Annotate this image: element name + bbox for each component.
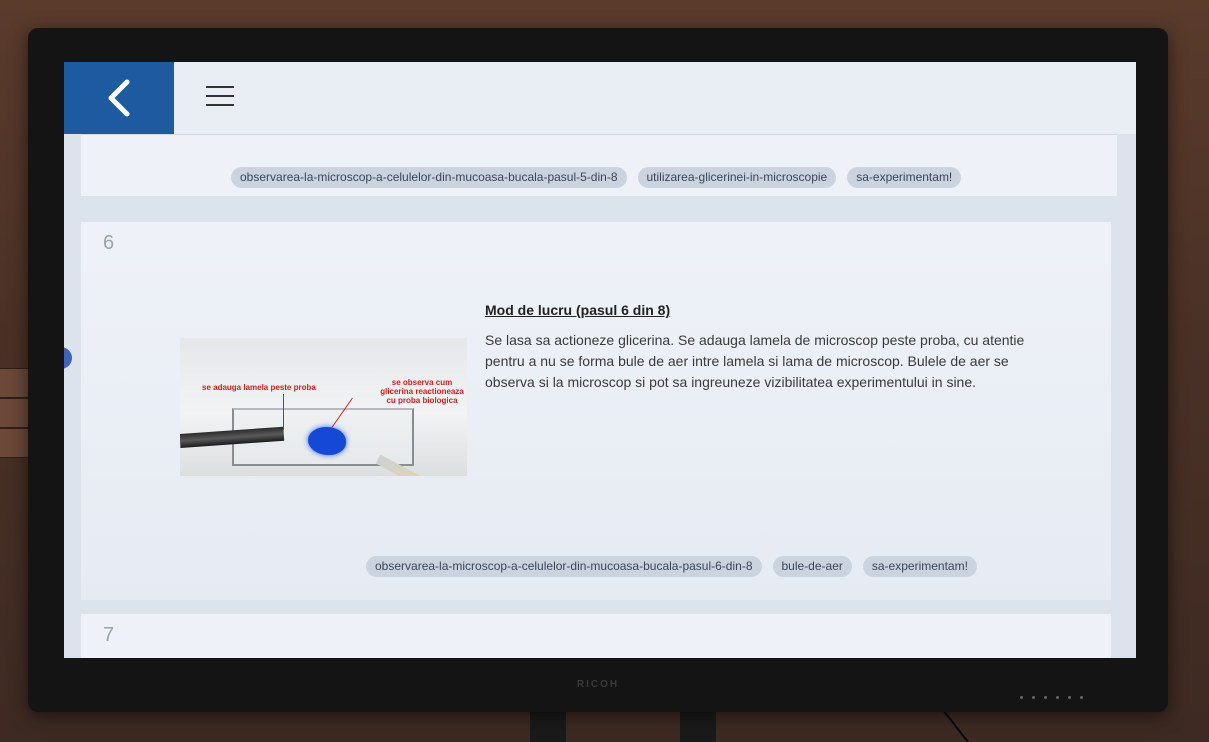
step-number: 6	[103, 232, 115, 254]
brand-logo: RICOH	[576, 679, 620, 690]
step-description: Se lasa sa actioneze glicerina. Se adaug…	[485, 332, 1025, 390]
image-caption-left: se adauga lamela peste proba	[202, 383, 316, 392]
step-card-5: observarea-la-microscop-a-celulelor-din-…	[81, 134, 1117, 196]
tag-list: observarea-la-microscop-a-celulelor-din-…	[366, 556, 977, 577]
tag[interactable]: utilizarea-glicerinei-in-microscopie	[637, 167, 837, 188]
step-title: Mod de lucru (pasul 6 din 8)	[485, 302, 671, 318]
step-image: se adauga lamela peste proba se observa …	[180, 338, 467, 476]
app-screen: observarea-la-microscop-a-celulelor-din-…	[64, 62, 1136, 658]
tag[interactable]: observarea-la-microscop-a-celulelor-din-…	[366, 556, 762, 577]
tag-list: observarea-la-microscop-a-celulelor-din-…	[231, 167, 962, 188]
caption-pointer	[283, 394, 284, 430]
previous-step-button[interactable]	[64, 347, 72, 369]
monitor-stand-leg	[530, 712, 566, 742]
step-content: Mod de lucru (pasul 6 din 8) Se lasa sa …	[485, 302, 1025, 393]
tag[interactable]: sa-experimentam!	[862, 556, 977, 577]
hamburger-menu-icon	[206, 86, 234, 88]
play-right-icon	[64, 354, 65, 363]
chevron-left-icon	[108, 79, 130, 117]
back-button[interactable]	[64, 62, 174, 134]
step-number: 7	[103, 624, 115, 646]
step-card-6: 6 se adauga lamela peste proba se observ…	[81, 222, 1111, 600]
monitor-stand-leg	[680, 712, 716, 742]
tag[interactable]: sa-experimentam!	[847, 167, 962, 188]
pipette	[375, 454, 459, 476]
image-caption-right: se observa cum glicerina reactioneaza cu…	[380, 378, 464, 405]
indicator-leds	[1020, 696, 1083, 699]
tag[interactable]: observarea-la-microscop-a-celulelor-din-…	[231, 167, 627, 188]
stained-sample	[308, 427, 346, 455]
step-card-7: 7	[81, 614, 1111, 658]
hamburger-menu-button[interactable]	[206, 86, 234, 108]
tag[interactable]: bule-de-aer	[772, 556, 852, 577]
